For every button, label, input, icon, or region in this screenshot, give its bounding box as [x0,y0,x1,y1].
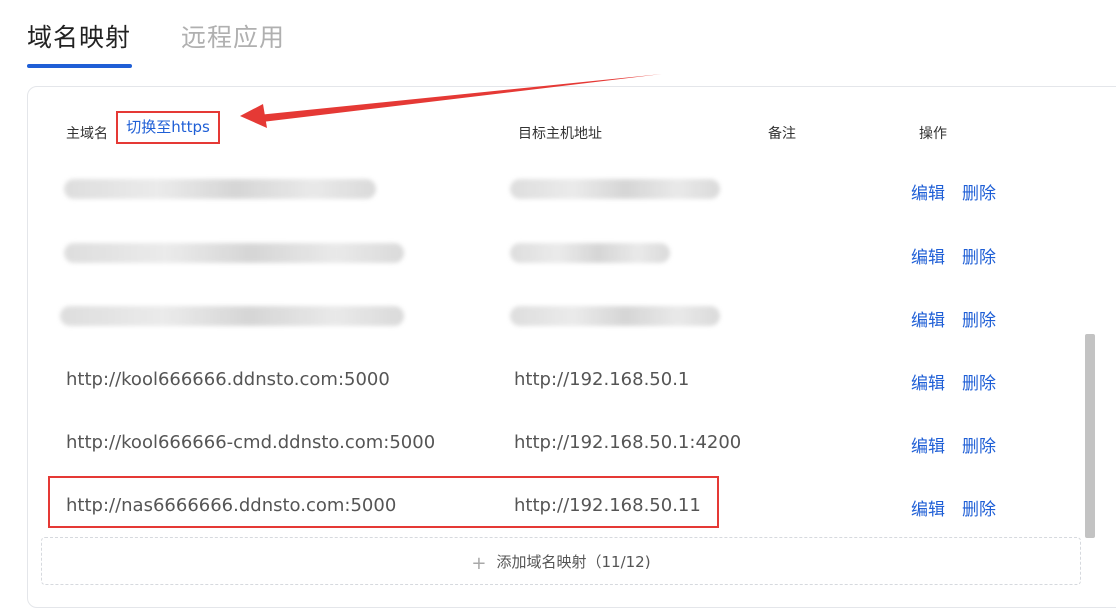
arrow-head [240,104,267,128]
arrow-annotation [240,74,662,128]
arrow-shaft [258,74,662,122]
